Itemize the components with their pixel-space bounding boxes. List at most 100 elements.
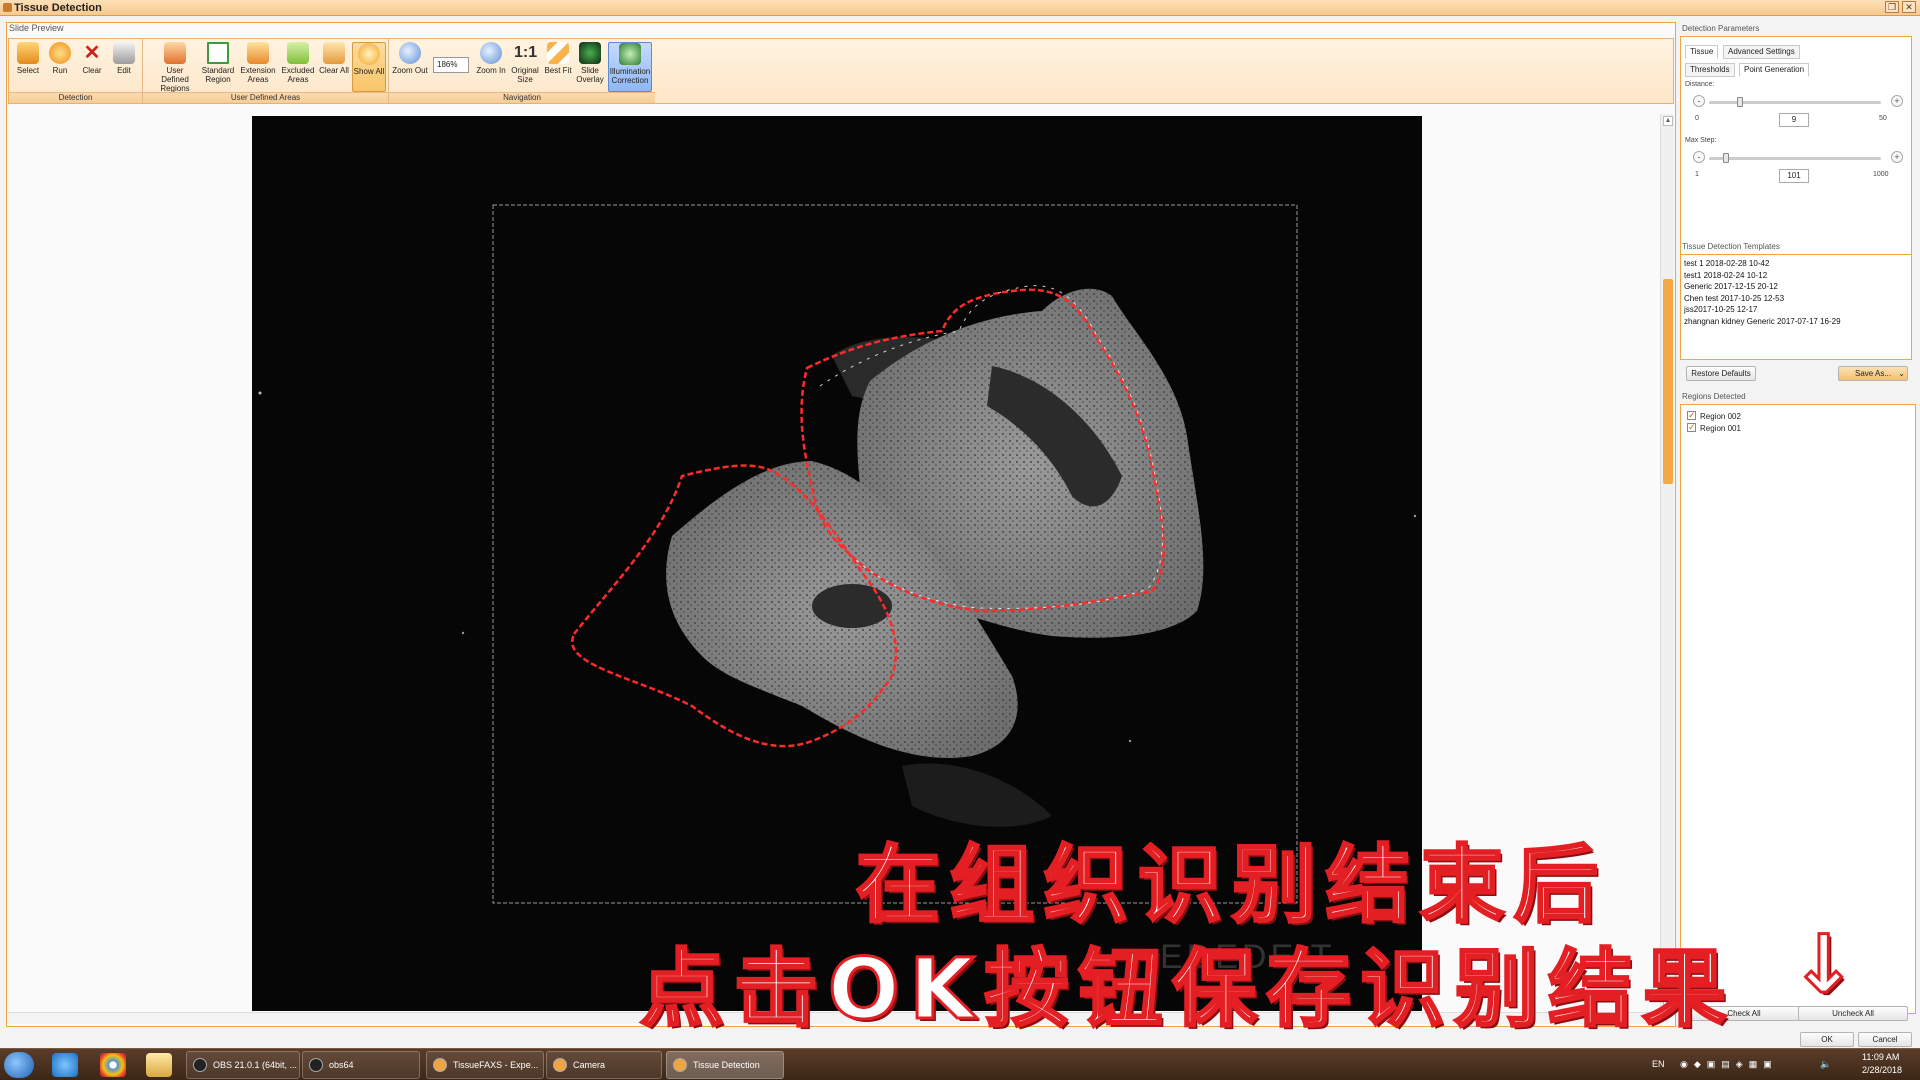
system-tray-icons[interactable]: ◉◆▣▤◈▦▣ [1680,1059,1778,1070]
distance-minus-button[interactable]: - [1693,95,1705,107]
overlay-caption-line2: 点击OK按钮保存识别结果 [639,939,1737,1040]
task-obs[interactable]: OBS 21.0.1 (64bit, ... [186,1051,300,1079]
clear-button[interactable]: ✕ Clear [76,42,108,92]
template-item[interactable]: Chen test 2017-10-25 12-53 [1684,293,1841,305]
edit-button[interactable]: Edit [108,42,140,92]
clear-all-label: Clear All [319,66,349,75]
ribbon-group-navigation: Zoom Out 186% Zoom In 1:1 Original Size … [389,39,655,103]
select-button[interactable]: Select [12,42,44,92]
best-fit-label: Best Fit [544,66,572,75]
template-item[interactable]: zhangnan kidney Generic 2017-07-17 16-29 [1684,316,1841,328]
distance-slider-knob[interactable] [1736,97,1743,107]
run-button[interactable]: Run [44,42,76,92]
distance-value-field[interactable]: 9 [1779,113,1809,127]
slide-overlay-button[interactable]: Slide Overlay [575,42,605,92]
standard-region-button[interactable]: Standard Region [199,42,237,92]
tissuefaxs-icon [433,1058,447,1072]
excluded-areas-button[interactable]: Excluded Areas [279,42,317,92]
templates-items: test 1 2018-02-28 10-42 test1 2018-02-24 … [1684,258,1841,327]
task-tissue-detection[interactable]: Tissue Detection [666,1051,784,1079]
max-step-plus-button[interactable]: + [1891,151,1903,163]
gear-icon [49,42,71,64]
region-checkbox[interactable] [1687,421,1696,433]
show-all-label: Show All [353,67,385,76]
start-button-icon[interactable] [4,1052,34,1078]
templates-list[interactable]: test 1 2018-02-28 10-42 test1 2018-02-24 … [1680,254,1912,360]
slide-preview-label: Slide Preview [9,23,64,33]
best-fit-button[interactable]: Best Fit [543,42,573,92]
max-step-minus-button[interactable]: - [1693,151,1705,163]
region-checkbox[interactable] [1687,409,1696,421]
internet-explorer-icon[interactable] [52,1053,78,1077]
task-label: TissueFAXS - Expe... [453,1060,539,1070]
save-as-button[interactable]: Save As... ⌄ [1838,366,1908,381]
user-defined-regions-button[interactable]: User Defined Regions [153,42,197,93]
list-item[interactable]: Region 001 [1687,421,1741,435]
restore-window-icon[interactable]: ❐ [1885,1,1899,13]
tab-thresholds[interactable]: Thresholds [1685,63,1735,77]
max-step-min: 1 [1695,171,1699,178]
volume-icon[interactable]: 🔈 [1820,1059,1831,1070]
zoom-level-field[interactable]: 186% [433,57,469,73]
clock-time[interactable]: 11:09 AM [1862,1052,1899,1062]
clear-all-button[interactable]: Clear All [319,42,349,92]
navigation-group-label: Navigation [389,92,655,103]
original-size-button[interactable]: 1:1 Original Size [509,42,541,92]
tab-advanced-settings[interactable]: Advanced Settings [1723,45,1800,59]
best-fit-icon [547,42,569,64]
max-step-slider[interactable] [1709,157,1881,160]
ok-button[interactable]: OK [1800,1032,1854,1047]
max-step-value-field[interactable]: 101 [1779,169,1809,183]
scroll-up-icon[interactable]: ▲ [1663,116,1673,126]
scrollbar-thumb[interactable] [1663,279,1673,484]
tab-point-generation[interactable]: Point Generation [1739,63,1810,77]
extension-areas-label: Extension Areas [240,66,276,84]
edit-hand-icon [113,42,135,64]
template-item[interactable]: test1 2018-02-24 10-12 [1684,270,1841,282]
zoom-out-button[interactable]: Zoom Out [391,42,429,92]
window-title: Tissue Detection [14,2,102,14]
region-label: Region 001 [1700,424,1741,433]
show-all-button[interactable]: Show All [352,42,386,92]
task-label: Tissue Detection [693,1060,760,1070]
select-label: Select [16,66,40,75]
chrome-icon[interactable] [100,1053,126,1077]
task-tissuefaxs[interactable]: TissueFAXS - Expe... [426,1051,544,1079]
task-label: Camera [573,1060,606,1070]
close-window-icon[interactable]: ✕ [1902,1,1916,13]
distance-min: 0 [1695,115,1699,122]
edit-label: Edit [117,66,131,75]
distance-slider[interactable] [1709,101,1881,104]
max-step-slider-knob[interactable] [1723,153,1730,163]
eye-icon [358,43,380,65]
renal-pelvis [812,584,892,628]
cancel-button[interactable]: Cancel [1858,1032,1912,1047]
task-obs64[interactable]: obs64 [302,1051,420,1079]
template-item[interactable]: Generic 2017-12-15 20-12 [1684,281,1841,293]
illumination-icon [619,43,641,65]
template-item[interactable]: jss2017-10-25 12-17 [1684,304,1841,316]
tab-tissue[interactable]: Tissue [1685,45,1719,59]
distance-plus-button[interactable]: + [1891,95,1903,107]
chevron-down-icon[interactable]: ⌄ [1898,367,1905,380]
restore-defaults-button[interactable]: Restore Defaults [1686,366,1756,381]
illumination-correction-button[interactable]: Illumination Correction [608,42,652,92]
detection-parameters-title: Detection Parameters [1682,24,1760,33]
zoom-out-icon [399,42,421,64]
trash-icon [323,42,345,64]
template-item[interactable]: test 1 2018-02-28 10-42 [1684,258,1841,270]
task-label: obs64 [329,1060,354,1070]
extension-areas-button[interactable]: Extension Areas [239,42,277,92]
zoom-in-button[interactable]: Zoom In [474,42,508,92]
clock-date[interactable]: 2/28/2018 [1862,1065,1902,1075]
zoom-in-label: Zoom In [476,66,506,75]
overlay-caption-line1: 在组织识别结束后 [854,835,1609,936]
obs-icon [193,1058,207,1072]
zoom-in-icon [480,42,502,64]
language-indicator[interactable]: EN [1652,1059,1665,1069]
viewer-vertical-scrollbar[interactable]: ▲ ▼ [1660,114,1674,1011]
file-explorer-icon[interactable] [146,1053,172,1077]
parameters-box: Tissue Advanced Settings Thresholds Poin… [1680,36,1912,258]
task-camera[interactable]: Camera [546,1051,662,1079]
ribbon-group-user-defined-areas: User Defined Regions Standard Region Ext… [143,39,389,103]
